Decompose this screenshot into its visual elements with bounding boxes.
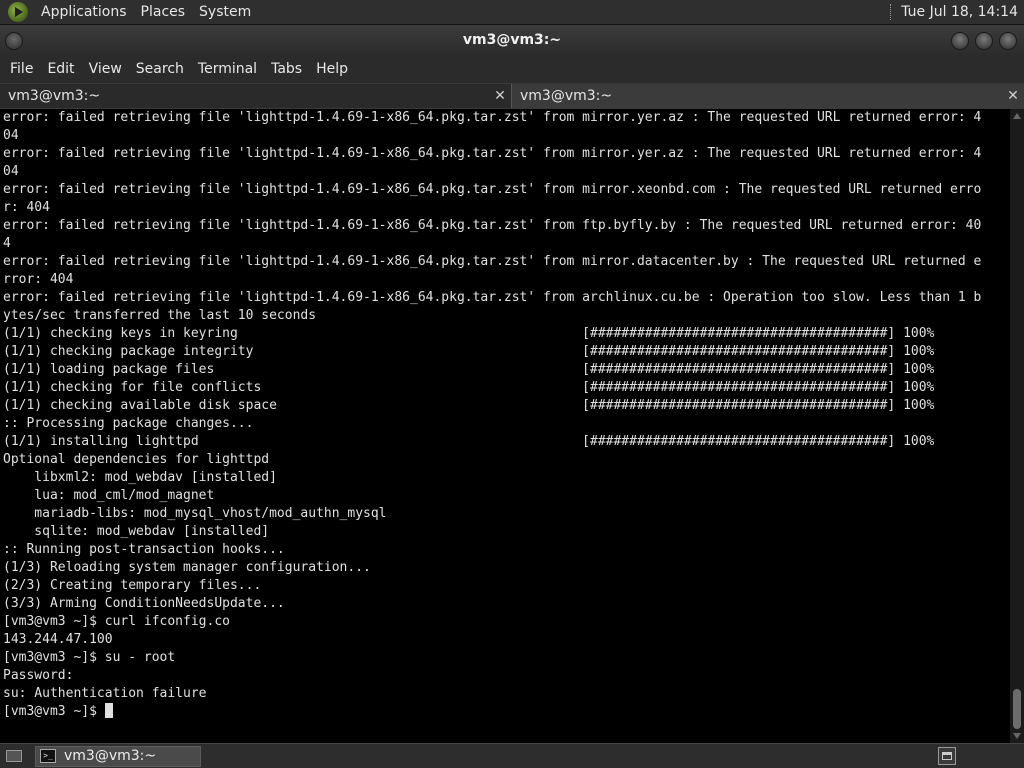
distro-logo-icon[interactable] [8,2,28,22]
panel-grip-icon [890,4,893,20]
applications-menu[interactable]: Applications [34,0,134,25]
tab-close-icon[interactable]: ✕ [493,84,507,108]
terminal-line: libxml2: mod_webdav [installed] [3,470,277,485]
system-menu[interactable]: System [192,0,258,25]
taskbar-window-button[interactable]: >_ vm3@vm3:~ [35,745,201,767]
places-menu[interactable]: Places [134,0,193,25]
terminal-line: error: failed retrieving file 'lighttpd-… [3,254,982,269]
menu-tabs[interactable]: Tabs [264,55,309,83]
menu-view[interactable]: View [82,55,129,83]
workspace-switcher[interactable] [938,747,956,765]
tab-terminal-1[interactable]: vm3@vm3:~ ✕ [0,84,512,108]
clock-area: Tue Jul 18, 14:14 [890,0,1024,25]
bottom-panel: >_ vm3@vm3:~ [0,743,1024,768]
show-desktop-button[interactable] [3,746,25,766]
workspace-icon [942,752,952,760]
terminal-line: su: Authentication failure [3,686,207,701]
terminal-line: (1/1) installing lighttpd [#############… [3,434,935,449]
terminal-line: [vm3@vm3 ~]$ su - root [3,650,176,665]
terminal-line: error: failed retrieving file 'lighttpd-… [3,290,982,305]
close-button[interactable] [999,32,1017,50]
terminal-line: (1/1) checking package integrity [######… [3,344,935,359]
window-menu-button[interactable] [5,32,23,50]
terminal-line: (1/1) checking keys in keyring [########… [3,326,935,341]
terminal-line: (3/3) Arming ConditionNeedsUpdate... [3,596,285,611]
terminal-scrollbar[interactable] [1010,109,1024,743]
terminal-line: [vm3@vm3 ~]$ [3,703,1010,721]
terminal-line: 4 [3,236,11,251]
menu-file[interactable]: File [3,55,40,83]
terminal-line: :: Processing package changes... [3,416,254,431]
tab-terminal-2[interactable]: vm3@vm3:~ ✕ [512,84,1024,108]
tab-label: vm3@vm3:~ [8,88,101,104]
window-title: vm3@vm3:~ [462,32,562,48]
menu-terminal[interactable]: Terminal [191,55,264,83]
terminal-line: r: 404 [3,200,50,215]
terminal-line: sqlite: mod_webdav [installed] [3,524,270,539]
terminal-line: 143.244.47.100 [3,632,113,647]
terminal-line: (1/3) Reloading system manager configura… [3,560,371,575]
terminal-line: [vm3@vm3 ~]$ curl ifconfig.co [3,614,230,629]
terminal-line: lua: mod_cml/mod_magnet [3,488,215,503]
scroll-down-icon[interactable] [1013,733,1021,739]
terminal-line: (2/3) Creating temporary files... [3,578,262,593]
terminal-line: Password: [3,668,74,683]
terminal-line: error: failed retrieving file 'lighttpd-… [3,182,982,197]
terminal-lines: error: failed retrieving file 'lighttpd-… [0,109,1010,721]
terminal-line: 04 [3,164,19,179]
window-titlebar[interactable]: vm3@vm3:~ [0,25,1024,55]
menubar: File Edit View Search Terminal Tabs Help [0,55,1024,83]
terminal-line: :: Running post-transaction hooks... [3,542,285,557]
tab-close-icon[interactable]: ✕ [1006,84,1020,108]
terminal-line: (1/1) checking for file conflicts [#####… [3,380,935,395]
terminal-line: error: failed retrieving file 'lighttpd-… [3,146,982,161]
maximize-button[interactable] [975,32,993,50]
terminal-window: vm3@vm3:~ File Edit View Search Terminal… [0,25,1024,743]
taskbar-window-label: vm3@vm3:~ [64,748,157,764]
scroll-up-icon[interactable] [1013,113,1021,119]
terminal-output[interactable]: error: failed retrieving file 'lighttpd-… [0,109,1010,743]
terminal-line: mariadb-libs: mod_mysql_vhost/mod_authn_… [3,506,387,521]
terminal-line: rror: 404 [3,272,74,287]
terminal-cursor [104,703,113,718]
terminal-line: ytes/sec transferred the last 10 seconds [3,308,317,323]
scrollbar-thumb[interactable] [1013,689,1021,729]
desktop-icon [6,750,22,762]
tab-bar: vm3@vm3:~ ✕ vm3@vm3:~ ✕ [0,83,1024,109]
terminal-line: 04 [3,128,19,143]
clock[interactable]: Tue Jul 18, 14:14 [901,4,1024,20]
menu-edit[interactable]: Edit [40,55,81,83]
terminal-line: (1/1) loading package files [###########… [3,362,935,377]
terminal-line: (1/1) checking available disk space [###… [3,398,935,413]
terminal-line: error: failed retrieving file 'lighttpd-… [3,218,982,233]
menu-search[interactable]: Search [129,55,191,83]
terminal-icon: >_ [40,749,56,763]
terminal-line: error: failed retrieving file 'lighttpd-… [3,110,982,125]
menu-help[interactable]: Help [309,55,355,83]
terminal-line: Optional dependencies for lighttpd [3,452,270,467]
top-panel: Applications Places System Tue Jul 18, 1… [0,0,1024,25]
tab-label: vm3@vm3:~ [520,88,613,104]
minimize-button[interactable] [951,32,969,50]
